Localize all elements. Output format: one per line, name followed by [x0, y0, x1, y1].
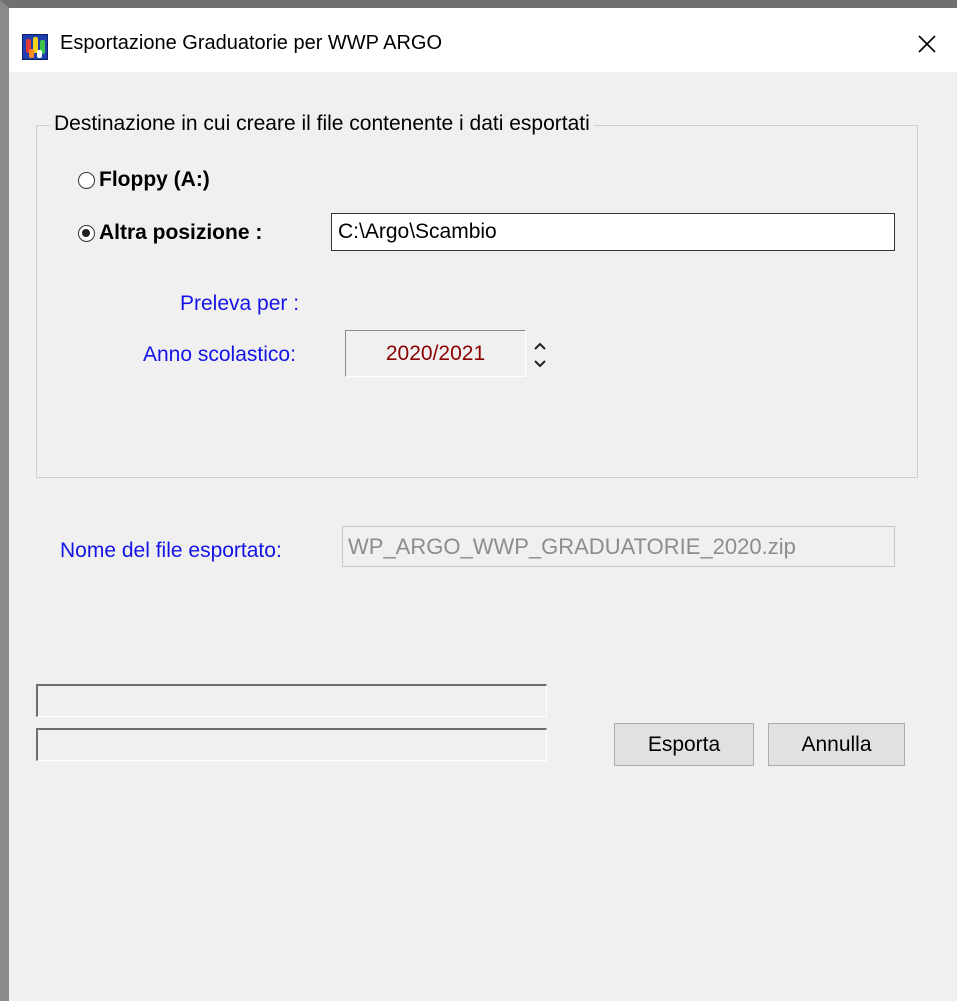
progress-bar-2 [36, 728, 547, 761]
export-dialog: Esportazione Graduatorie per WWP ARGO De… [0, 0, 957, 1001]
argo-app-icon [22, 34, 48, 60]
path-input[interactable] [331, 213, 895, 251]
dialog-body: Destinazione in cui creare il file conte… [9, 72, 957, 1001]
other-location-option[interactable]: Altra posizione : [78, 221, 262, 245]
chevron-up-icon[interactable] [530, 336, 550, 356]
floppy-label[interactable]: Floppy (A:) [99, 168, 210, 192]
destination-legend: Destinazione in cui creare il file conte… [50, 112, 594, 136]
floppy-radio[interactable] [78, 171, 95, 189]
floppy-option[interactable]: Floppy (A:) [78, 168, 210, 192]
window-title: Esportazione Graduatorie per WWP ARGO [60, 32, 443, 54]
close-icon [918, 35, 936, 53]
progress-bar-1 [36, 684, 547, 717]
school-year-value[interactable]: 2020/2021 [345, 330, 526, 377]
export-file-name: WP_ARGO_WWP_GRADUATORIE_2020.zip [342, 526, 895, 567]
other-location-label[interactable]: Altra posizione : [99, 221, 262, 245]
school-year-label: Anno scolastico: [143, 343, 296, 366]
other-location-radio[interactable] [78, 224, 95, 242]
export-button[interactable]: Esporta [614, 723, 754, 766]
title-bar[interactable]: Esportazione Graduatorie per WWP ARGO [9, 8, 957, 72]
fetch-for-label: Preleva per : [180, 292, 300, 315]
school-year-spinner[interactable] [530, 336, 550, 376]
close-button[interactable] [897, 18, 957, 70]
export-file-label: Nome del file esportato: [60, 539, 282, 562]
cancel-button[interactable]: Annulla [768, 723, 905, 766]
chevron-down-icon[interactable] [530, 354, 550, 374]
